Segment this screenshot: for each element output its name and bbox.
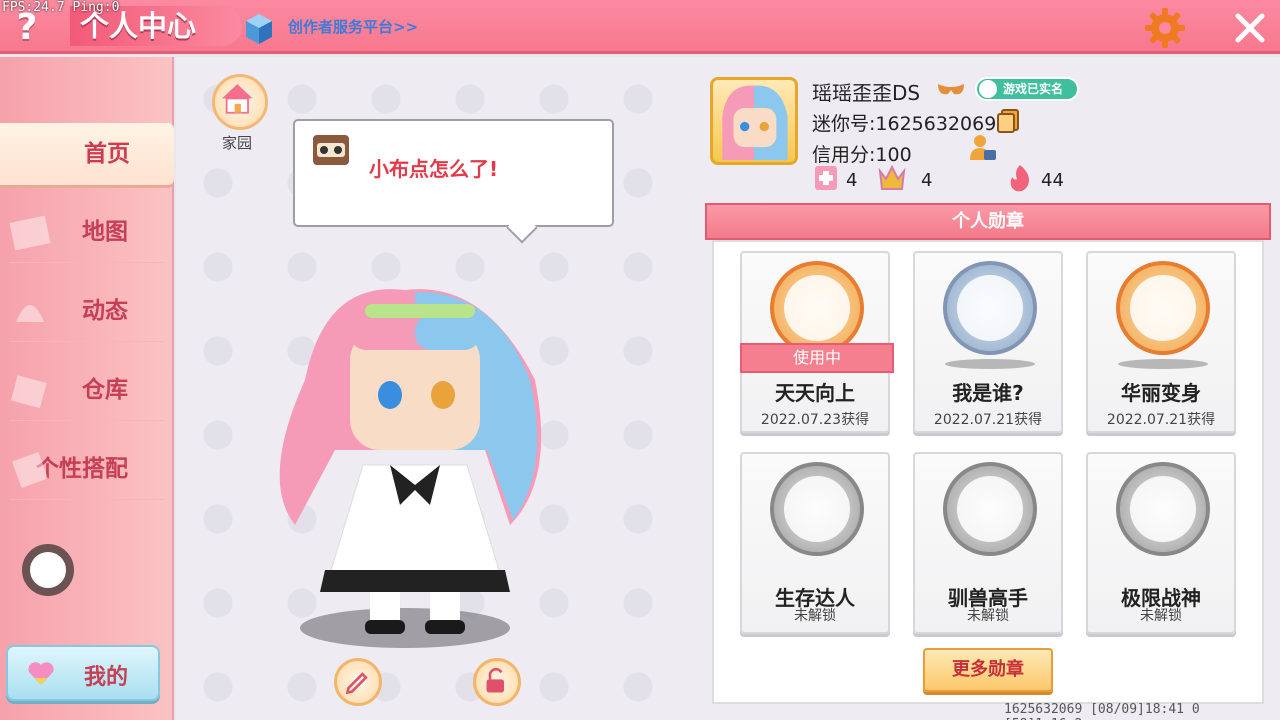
- medal-date: 2022.07.23获得: [760, 412, 870, 428]
- creator-platform-link[interactable]: 创作者服务平台>>: [288, 16, 418, 37]
- sidebar: 首页 地图 动态 仓库 个性搭配: [0, 57, 174, 720]
- player-avatar-figure[interactable]: [255, 270, 555, 655]
- avatar-portrait: [722, 85, 788, 161]
- footer-info: 1625632069 [08/09]18:41 0 [58]1.16.2: [1004, 702, 1200, 720]
- pencil-icon: [345, 672, 368, 695]
- medal-section-header: 个人勋章: [705, 203, 1271, 240]
- unlock-button[interactable]: [473, 658, 521, 706]
- floating-joystick[interactable]: [22, 544, 74, 596]
- boss-icon: [1116, 462, 1210, 556]
- sidebar-item-label: 仓库: [82, 377, 128, 403]
- sidebar-item-map[interactable]: 地图: [0, 201, 172, 263]
- sidebar-item-label: 首页: [84, 141, 130, 167]
- campfire-icon: [770, 462, 864, 556]
- unlock-icon: [486, 667, 504, 693]
- medal-date: 2022.07.21获得: [1106, 412, 1216, 428]
- horse-icon: [943, 462, 1037, 556]
- home-button[interactable]: [212, 74, 268, 130]
- in-use-badge: 使用中: [740, 343, 894, 373]
- stat-value: 4: [846, 170, 858, 191]
- person-card-icon[interactable]: [968, 132, 998, 162]
- heart-icon: [28, 662, 54, 685]
- house-icon: [222, 84, 253, 114]
- user-check-icon: [979, 80, 997, 98]
- home-label: 家园: [222, 134, 253, 152]
- medal-card[interactable]: 极限战神 未解锁: [1086, 452, 1236, 634]
- mask-icon: [938, 84, 964, 95]
- id-card-icon: [943, 261, 1037, 355]
- sidebar-item-outfit[interactable]: 个性搭配: [0, 438, 172, 500]
- medal-status: 未解锁: [1140, 608, 1182, 624]
- bell-icon: [16, 305, 44, 322]
- mine-button[interactable]: 我的: [6, 645, 160, 701]
- copy-icon[interactable]: [996, 108, 1020, 134]
- medal-name: 我是谁?: [952, 381, 1024, 405]
- stat-value: 44: [1041, 170, 1064, 191]
- dinosaur-icon: [1116, 261, 1210, 355]
- nickname: 瑶瑶歪歪DS: [812, 81, 921, 105]
- medal-card[interactable]: 生存达人 未解锁: [740, 452, 890, 634]
- medal-name: 华丽变身: [1121, 381, 1201, 405]
- box-icon: [10, 375, 47, 409]
- medal-name: 天天向上: [775, 381, 855, 405]
- crown-icon: [878, 164, 906, 190]
- mine-label: 我的: [84, 665, 129, 690]
- verified-label: 游戏已实名: [1003, 82, 1064, 96]
- npc-face-icon: [313, 135, 349, 165]
- medal-status: 未解锁: [794, 608, 836, 624]
- top-bar: ? 个人中心 创作者服务平台>>: [0, 0, 1280, 54]
- edit-button[interactable]: [334, 658, 382, 706]
- sidebar-item-storage[interactable]: 仓库: [0, 359, 172, 421]
- stat-value: 4: [921, 170, 933, 191]
- shirt-icon: [12, 452, 48, 488]
- medal-box-icon: [815, 166, 837, 190]
- medal-card[interactable]: 驯兽高手 未解锁: [913, 452, 1063, 634]
- speech-bubble: 小布点怎么了!: [293, 119, 614, 227]
- more-medals-button[interactable]: 更多勋章: [923, 648, 1053, 692]
- close-icon[interactable]: [1230, 8, 1270, 48]
- sidebar-item-label: 地图: [82, 219, 128, 245]
- speech-text: 小布点怎么了!: [369, 157, 499, 181]
- medal-card[interactable]: 华丽变身 2022.07.21获得: [1086, 251, 1236, 433]
- medal-card[interactable]: 使用中 天天向上 2022.07.23获得: [740, 251, 894, 433]
- gear-icon[interactable]: [1143, 6, 1187, 50]
- medal-date: 2022.07.21获得: [933, 412, 1043, 428]
- cube-icon[interactable]: [244, 12, 274, 46]
- flame-icon: [1010, 165, 1029, 192]
- calendar-icon: [770, 261, 864, 355]
- sidebar-item-label: 动态: [82, 298, 128, 324]
- avatar[interactable]: [710, 77, 798, 165]
- sidebar-item-home[interactable]: 首页: [0, 123, 174, 185]
- verified-badge: 游戏已实名: [975, 77, 1079, 101]
- sidebar-item-activity[interactable]: 动态: [0, 280, 172, 342]
- debug-overlay: FPS:24.7 Ping:0: [2, 0, 120, 15]
- map-icon: [9, 215, 51, 251]
- medal-status: 未解锁: [967, 608, 1009, 624]
- medal-card[interactable]: 我是谁? 2022.07.21获得: [913, 251, 1063, 433]
